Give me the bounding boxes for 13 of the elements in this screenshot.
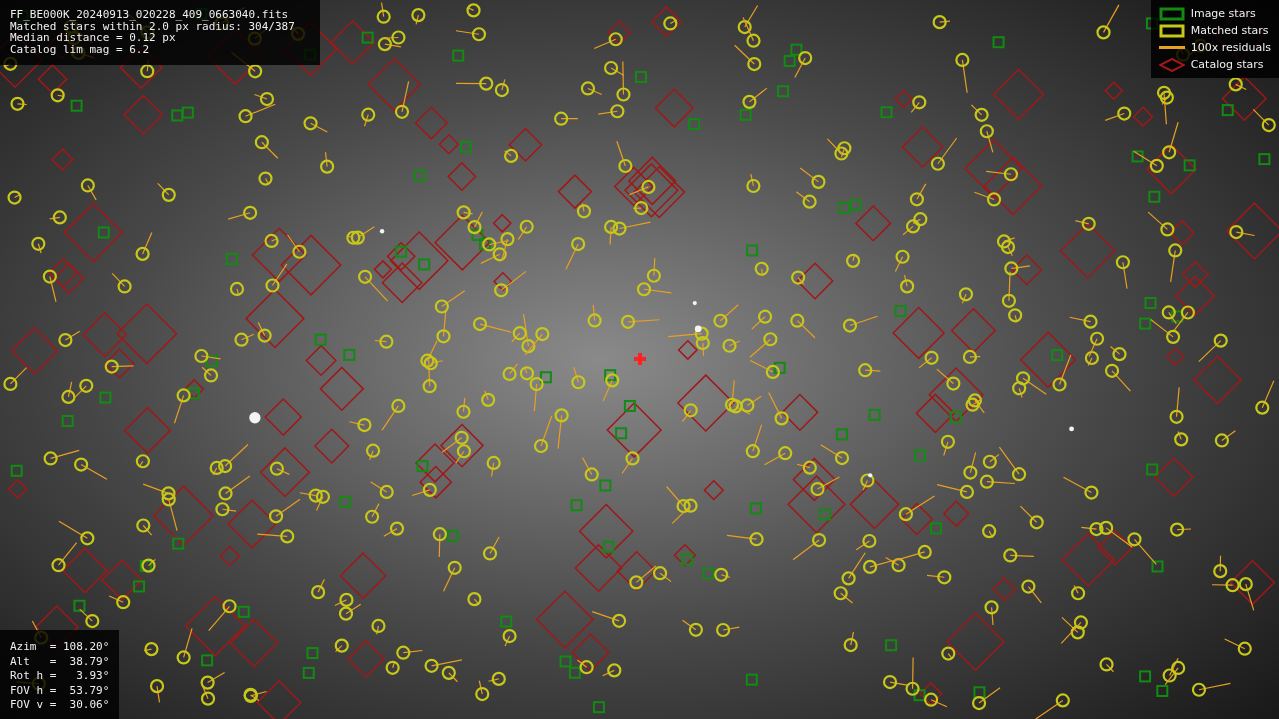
info-text: Catalog lim mag = 6.2	[10, 43, 151, 55]
legend-label: Image stars	[1190, 7, 1256, 20]
pointing-text: Rot h = 3.93°	[10, 669, 110, 684]
legend-label: Catalog stars	[1190, 58, 1264, 71]
pointing-text: FOV v = 30.06°	[10, 698, 110, 713]
pointing-text: FOV h = 53.79°	[10, 683, 110, 699]
info-text: FF_BE000K_20240913_020228_409_0663040.fits	[10, 9, 290, 21]
pointing-text: Alt = 38.79°	[10, 654, 110, 670]
legend-label: 100x residuals	[1190, 41, 1271, 54]
info-text: Matched stars within 2.0 px radius: 304/387	[10, 20, 296, 32]
pointing-text: Azim = 108.20°	[10, 640, 110, 655]
legend-label: Matched stars	[1190, 24, 1269, 37]
info-text: Median distance = 0.12 px	[10, 32, 176, 44]
